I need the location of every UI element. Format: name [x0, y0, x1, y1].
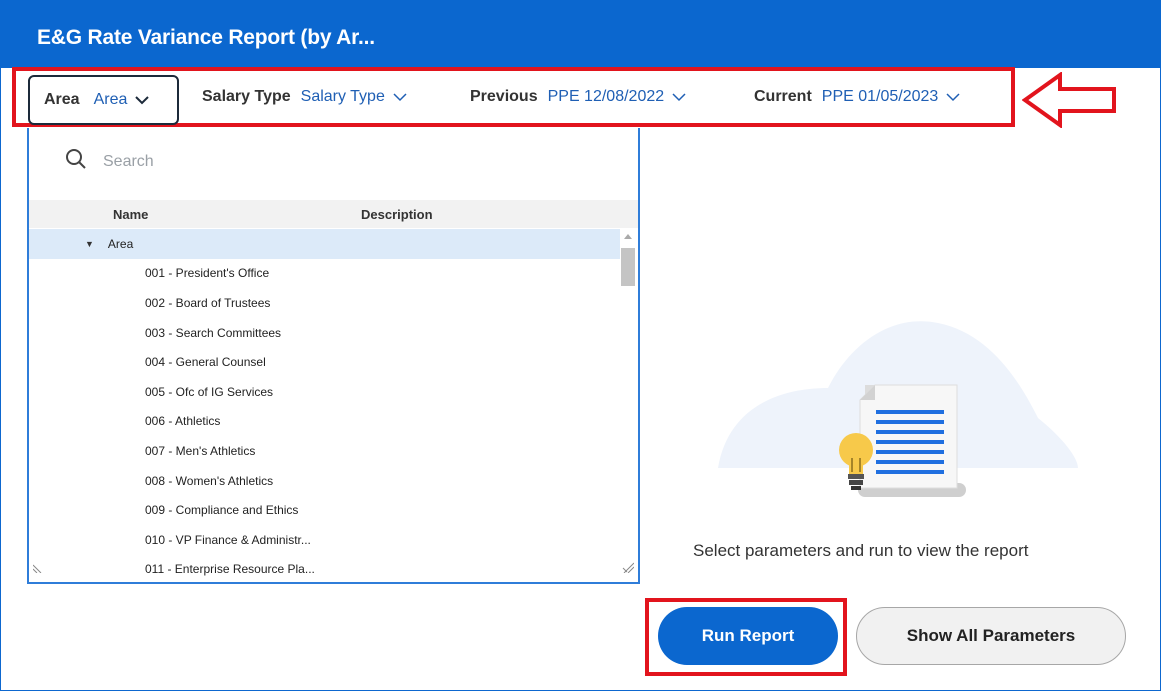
salary-type-label: Salary Type — [202, 88, 291, 105]
current-value[interactable]: PPE 01/05/2023 — [822, 88, 939, 106]
list-item[interactable]: 003 - Search Committees — [29, 318, 621, 348]
run-report-button[interactable]: Run Report — [658, 607, 838, 665]
list-item[interactable]: 010 - VP Finance & Administr... — [29, 525, 621, 555]
chevron-down-icon[interactable] — [135, 93, 150, 107]
current-filter[interactable]: Current PPE 01/05/2023 — [754, 71, 960, 123]
search-bar[interactable] — [65, 148, 405, 175]
list-item[interactable]: 002 - Board of Trustees — [29, 288, 621, 318]
list-item[interactable]: 001 - President's Office — [29, 259, 621, 289]
header-bar: E&G Rate Variance Report (by Ar... — [0, 0, 1161, 68]
list-item[interactable]: 005 - Ofc of IG Services — [29, 377, 621, 407]
empty-state-message: Select parameters and run to view the re… — [693, 541, 1029, 560]
area-dropdown-panel: Name Description ▼ Area 001 - President'… — [27, 128, 640, 584]
area-filter-value[interactable]: Area — [94, 91, 128, 109]
list-item[interactable]: 007 - Men's Athletics — [29, 436, 621, 466]
salary-type-filter[interactable]: Salary Type Salary Type — [202, 71, 407, 123]
expand-caret-icon[interactable]: ▼ — [85, 239, 94, 249]
column-description-header[interactable]: Description — [361, 207, 433, 222]
salary-type-value[interactable]: Salary Type — [301, 88, 385, 106]
column-name-header[interactable]: Name — [113, 207, 148, 222]
resize-handle-icon[interactable] — [32, 560, 43, 578]
filter-bar: Area Area Salary Type Salary Type Previo… — [12, 67, 1015, 127]
scroll-up-arrow-icon[interactable] — [624, 234, 632, 239]
column-header: Name Description — [29, 200, 638, 228]
chevron-down-icon[interactable] — [672, 90, 686, 104]
list-item[interactable]: 004 - General Counsel — [29, 347, 621, 377]
annotation-arrow-icon — [1021, 71, 1118, 133]
list-item[interactable]: 011 - Enterprise Resource Pla... — [29, 555, 621, 585]
list-item[interactable]: 006 - Athletics — [29, 407, 621, 437]
scrollbar-thumb[interactable] — [621, 248, 635, 286]
search-icon — [65, 148, 87, 175]
previous-filter[interactable]: Previous PPE 12/08/2022 — [470, 71, 686, 123]
current-label: Current — [754, 88, 812, 105]
list-item[interactable]: 009 - Compliance and Ethics — [29, 495, 621, 525]
tree-root-area[interactable]: ▼ Area — [29, 229, 621, 259]
report-illustration-icon — [718, 318, 1078, 523]
chevron-down-icon[interactable] — [393, 90, 407, 104]
tree-list: ▼ Area 001 - President's Office 002 - Bo… — [29, 229, 621, 584]
show-all-parameters-button[interactable]: Show All Parameters — [856, 607, 1126, 665]
resize-handle-icon[interactable] — [622, 560, 635, 578]
previous-value[interactable]: PPE 12/08/2022 — [548, 88, 665, 106]
area-filter[interactable]: Area Area — [28, 75, 179, 125]
scrollbar[interactable] — [620, 229, 636, 574]
search-input[interactable] — [101, 151, 405, 172]
area-filter-label: Area — [44, 91, 80, 108]
page-title: E&G Rate Variance Report (by Ar... — [37, 26, 375, 49]
chevron-down-icon[interactable] — [946, 90, 960, 104]
list-item[interactable]: 008 - Women's Athletics — [29, 466, 621, 496]
tree-root-label: Area — [107, 236, 134, 251]
previous-label: Previous — [470, 88, 538, 105]
